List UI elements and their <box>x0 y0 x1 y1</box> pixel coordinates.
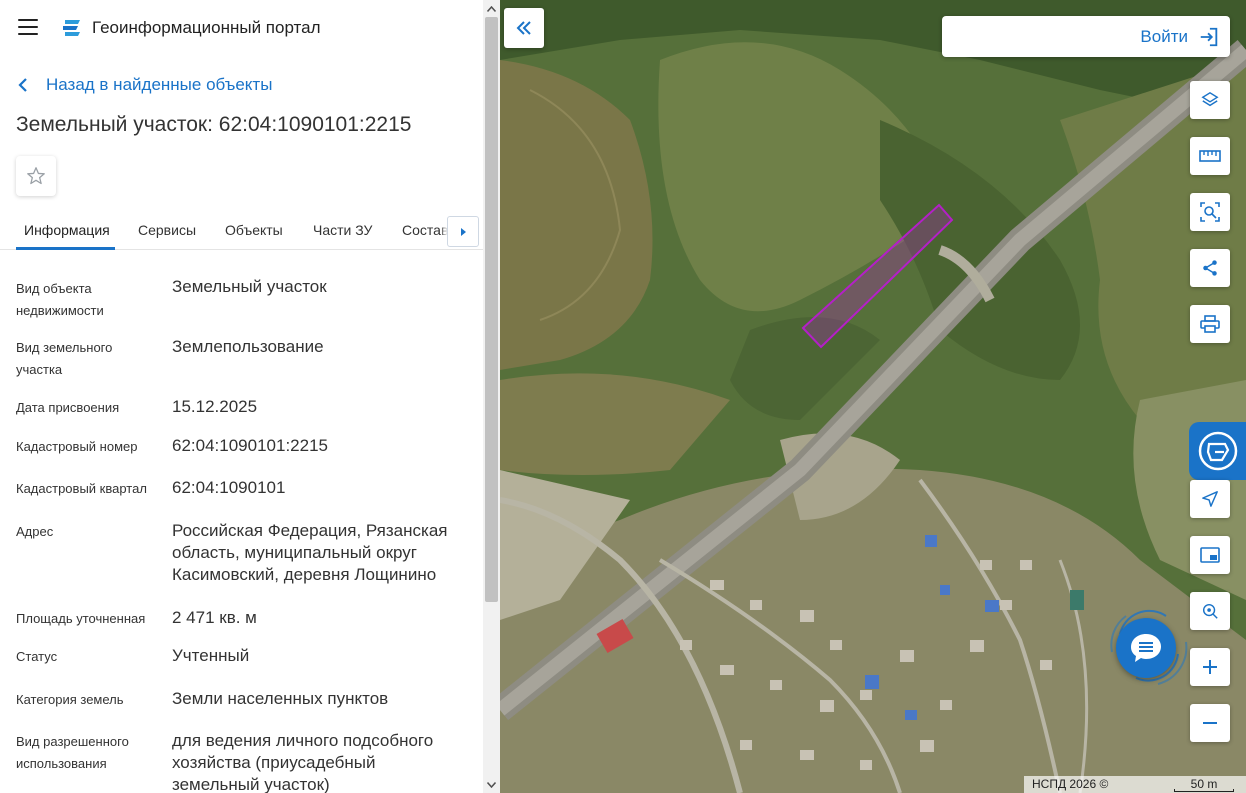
zoom-in-icon <box>1203 660 1217 674</box>
layers-button[interactable] <box>1190 81 1230 119</box>
prop-label-area: Площадь уточненная <box>16 611 146 626</box>
prop-label-cadastral-quarter: Кадастровый квартал <box>16 481 147 496</box>
minimap-button[interactable] <box>1190 536 1230 574</box>
tab-land-parts[interactable]: Части ЗУ <box>313 222 372 238</box>
info-panel: Геоинформационный портал Назад в найденн… <box>0 0 483 793</box>
print-icon <box>1200 315 1220 333</box>
tab-information[interactable]: Информация <box>24 222 110 238</box>
search-location-icon <box>1202 603 1218 619</box>
app-header: Геоинформационный портал <box>0 0 483 56</box>
tab-objects[interactable]: Объекты <box>225 222 283 238</box>
zoom-out-icon <box>1203 722 1217 724</box>
back-link-label: Назад в найденные объекты <box>46 75 273 94</box>
print-button[interactable] <box>1190 305 1230 343</box>
app-title: Геоинформационный портал <box>92 18 321 37</box>
login-button[interactable]: Войти <box>942 16 1230 57</box>
panel-scrollbar[interactable] <box>483 0 500 793</box>
navigate-icon <box>1202 491 1218 507</box>
prop-label-status: Статус <box>16 649 58 664</box>
collapse-panel-button[interactable] <box>504 8 544 48</box>
prop-label-cadastral-number: Кадастровый номер <box>16 439 138 454</box>
ruler-icon <box>1199 150 1221 162</box>
prop-label-address: Адрес <box>16 524 54 539</box>
prop-value-cadastral-number: 62:04:1090101:2215 <box>172 436 328 455</box>
prop-label-permitted-use: Вид разрешенного использования <box>16 734 129 771</box>
minimap-icon <box>1200 547 1220 563</box>
scroll-down-arrow-icon[interactable] <box>483 776 500 793</box>
prop-value-status: Учтенный <box>172 646 250 665</box>
double-chevron-left-icon <box>516 21 531 35</box>
scroll-up-arrow-icon[interactable] <box>483 0 500 17</box>
scrollbar-thumb[interactable] <box>485 17 498 602</box>
cadastral-map-button[interactable] <box>1189 422 1246 480</box>
measure-button[interactable] <box>1190 137 1230 175</box>
map-attribution: НСПД 2026 © 50 m <box>1024 776 1246 793</box>
prop-value-cadastral-quarter: 62:04:1090101 <box>172 478 286 497</box>
prop-value-area: 2 471 кв. м <box>172 608 257 627</box>
area-select-icon <box>1200 202 1220 222</box>
login-icon <box>1200 27 1218 46</box>
search-location-button[interactable] <box>1190 592 1230 630</box>
active-tab-indicator <box>16 247 115 250</box>
chat-button[interactable] <box>1116 618 1176 678</box>
info-tabs: Информация Сервисы Объекты Части ЗУ Сост… <box>0 212 483 250</box>
prop-label-assignment-date: Дата присвоения <box>16 400 120 415</box>
caret-right-icon <box>461 227 466 236</box>
prop-label-object-type: Вид объекта недвижимости <box>16 281 104 318</box>
portal-logo-icon <box>63 20 80 36</box>
area-select-button[interactable] <box>1190 193 1230 231</box>
hamburger-icon[interactable] <box>18 19 38 35</box>
prop-value-assignment-date: 15.12.2025 <box>172 397 258 416</box>
prop-value-object-type: Земельный участок <box>172 277 327 296</box>
prop-value-land-category: Земли населенных пунктов <box>172 689 389 708</box>
tab-services[interactable]: Сервисы <box>138 222 196 238</box>
zoom-out-button[interactable] <box>1190 704 1230 742</box>
share-button[interactable] <box>1190 249 1230 287</box>
login-label: Войти <box>1140 26 1188 46</box>
attribution-text: НСПД 2026 © <box>1032 777 1109 791</box>
layers-icon <box>1201 91 1219 107</box>
navigate-button[interactable] <box>1190 480 1230 518</box>
favorite-button[interactable] <box>16 156 56 196</box>
tabs-scroll-right-button[interactable] <box>447 216 479 247</box>
share-icon <box>1203 260 1217 276</box>
star-icon <box>27 167 45 185</box>
prop-label-land-type: Вид земельного участка <box>16 340 113 377</box>
zoom-in-button[interactable] <box>1190 648 1230 686</box>
cadastral-map-icon <box>1198 431 1237 471</box>
page-title: Земельный участок: 62:04:1090101:2215 <box>16 113 412 136</box>
scale-bar <box>1174 789 1234 792</box>
back-to-results-link[interactable]: Назад в найденные объекты <box>18 74 272 96</box>
chat-icon <box>1131 634 1161 662</box>
prop-value-address: Российская Федерация, Рязанская область,… <box>172 521 448 584</box>
prop-label-land-category: Категория земель <box>16 692 124 707</box>
chevron-left-icon <box>18 78 27 92</box>
prop-value-land-type: Землепользование <box>172 337 324 356</box>
prop-value-permitted-use: для ведения личного подсобного хозяйства… <box>172 731 434 793</box>
